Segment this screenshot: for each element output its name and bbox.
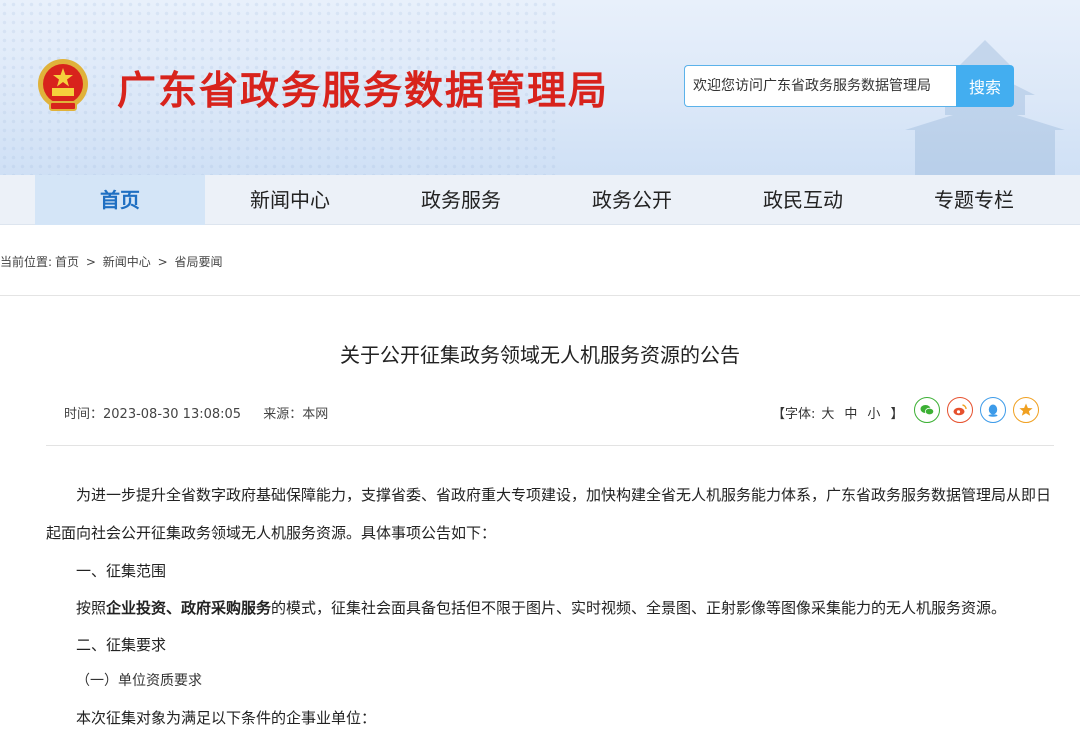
font-size-large[interactable]: 大	[821, 407, 834, 422]
breadcrumb-home[interactable]: 首页	[55, 255, 79, 269]
article-paragraph: 按照企业投资、政府采购服务的模式，征集社会面具备包括但不限于图片、实时视频、全景…	[76, 589, 1080, 627]
nav-item-home[interactable]: 首页	[35, 175, 205, 225]
article-paragraph: 为进一步提升全省数字政府基础保障能力，支撑省委、省政府重大专项建设，加快构建全省…	[46, 486, 1052, 542]
article-paragraph: 本次征集对象为满足以下条件的企事业单位：	[76, 709, 377, 727]
paragraph-text: 按照	[76, 599, 107, 617]
search-input[interactable]	[684, 65, 956, 107]
nav-item-news[interactable]: 新闻中心	[205, 175, 375, 225]
nav-item-interaction[interactable]: 政民互动	[718, 175, 888, 225]
favorite-icon	[1019, 403, 1033, 416]
site-title: 广东省政务服务数据管理局	[117, 69, 610, 114]
paragraph-text: 的模式，征集社会面具备包括但不限于图片、实时视频、全景图、正射影像等图像采集能力…	[271, 599, 1007, 617]
subsection-heading: （一）单位资质要求	[76, 673, 202, 689]
font-size-prefix: 【字体:	[772, 407, 816, 422]
search-button[interactable]: 搜索	[956, 65, 1014, 107]
article-source: 来源：本网	[263, 407, 329, 422]
paragraph-bold-text: 企业投资、政府采购服务	[106, 599, 272, 617]
nav-item-topics[interactable]: 专题专栏	[889, 175, 1059, 225]
breadcrumb-page[interactable]: 省局要闻	[175, 255, 223, 269]
favorite-button[interactable]	[1013, 397, 1039, 423]
font-size-medium[interactable]: 中	[844, 407, 857, 422]
main-nav: 首页 新闻中心 政务服务 政务公开 政民互动 专题专栏	[0, 175, 1080, 225]
breadcrumb-separator: >	[85, 255, 96, 269]
wechat-icon	[920, 405, 935, 416]
qq-share-button[interactable]	[980, 397, 1006, 423]
qq-icon	[988, 404, 998, 417]
breadcrumb-prefix: 当前位置:	[0, 255, 53, 269]
weibo-share-button[interactable]	[947, 397, 973, 423]
section-heading: 一、征集范围	[76, 562, 167, 580]
font-size-selector: 【字体: 大中小】	[772, 403, 909, 422]
breadcrumb-separator: >	[157, 255, 168, 269]
wechat-share-button[interactable]	[914, 397, 940, 423]
nav-item-services[interactable]: 政务服务	[376, 175, 546, 225]
publish-time: 时间：2023-08-30 13:08:05	[64, 407, 242, 422]
font-size-suffix: 】	[890, 407, 904, 422]
search-bar: 搜索	[684, 65, 1014, 107]
national-emblem-icon	[38, 59, 88, 111]
font-size-small[interactable]: 小	[867, 407, 880, 422]
article-meta: 时间：2023-08-30 13:08:05 来源：本网	[64, 403, 346, 422]
article-title: 关于公开征集政务领域无人机服务资源的公告	[340, 343, 740, 367]
weibo-icon	[953, 404, 967, 416]
breadcrumb-section[interactable]: 新闻中心	[103, 255, 151, 269]
meta-divider	[46, 445, 1054, 446]
breadcrumb: 当前位置: 首页 > 新闻中心 > 省局要闻	[0, 253, 226, 270]
nav-item-disclosure[interactable]: 政务公开	[547, 175, 717, 225]
section-heading: 二、征集要求	[76, 636, 167, 654]
site-header: 广东省政务服务数据管理局 搜索	[0, 0, 1080, 175]
